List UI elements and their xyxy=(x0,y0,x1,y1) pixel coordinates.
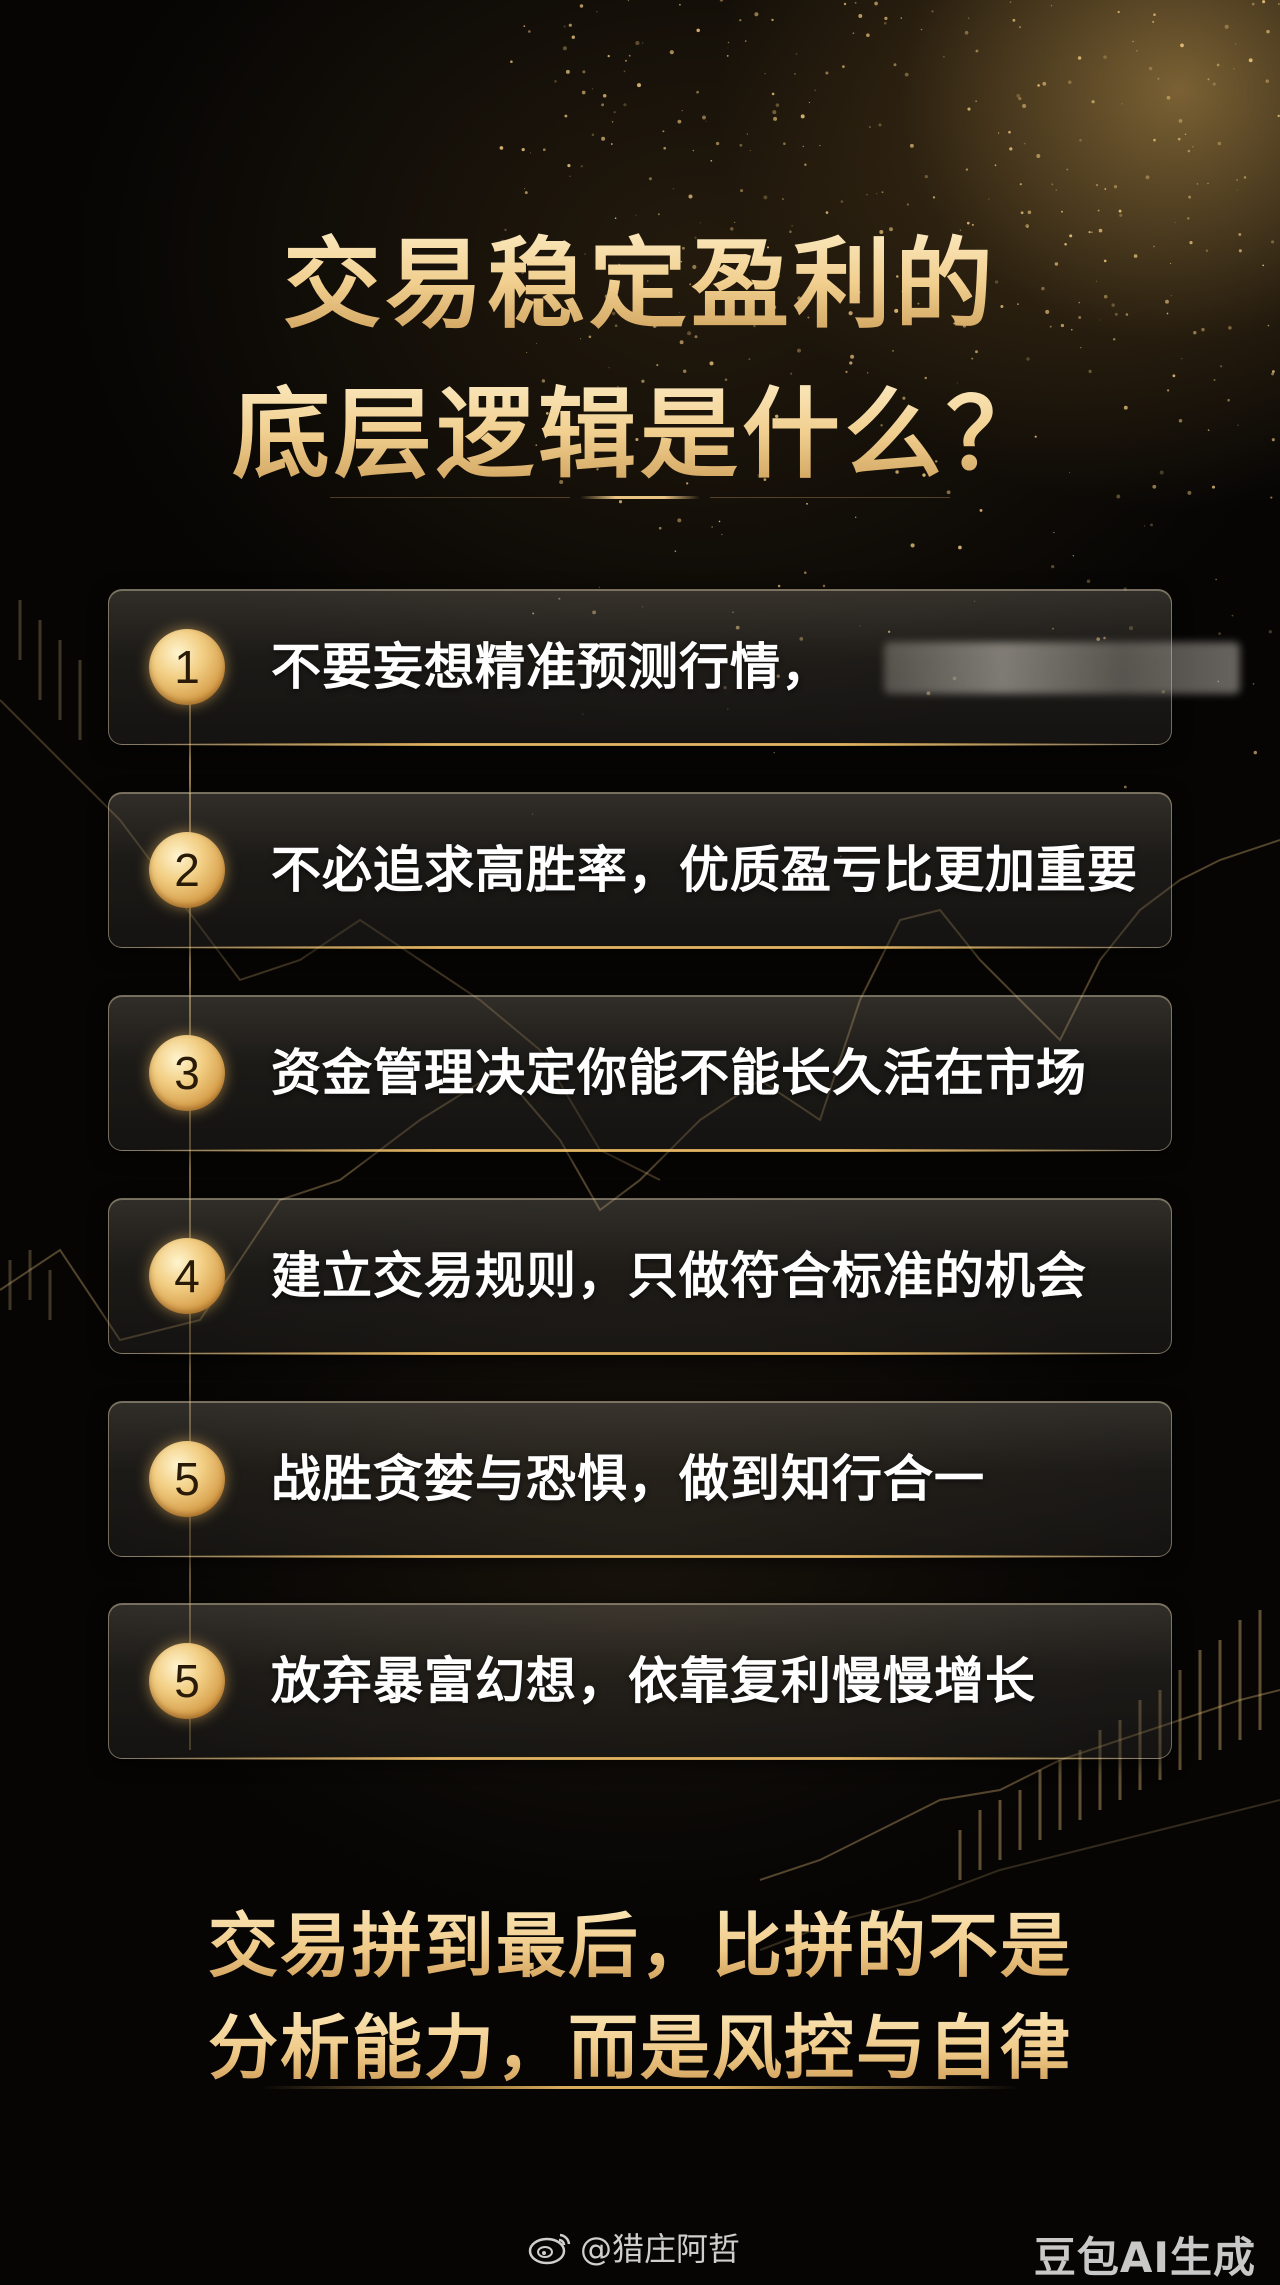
number-badge: 5 xyxy=(149,1643,225,1719)
ai-watermark: 豆包AI生成 xyxy=(1033,2233,1256,2282)
list-item: 3 资金管理决定你能不能长久活在市场 xyxy=(108,995,1172,1152)
author-credit[interactable]: @猎庄阿哲 xyxy=(528,2225,740,2269)
number-badge-label: 4 xyxy=(174,1250,200,1302)
list-item-text: 不必追求高胜率，优质盈亏比更加重要 xyxy=(271,841,1138,899)
number-badge: 4 xyxy=(149,1238,225,1314)
number-badge-label: 1 xyxy=(174,641,200,693)
author-handle: @猎庄阿哲 xyxy=(580,2230,741,2268)
list-item: 5 放弃暴富幻想，依靠复利慢慢增长 xyxy=(108,1603,1172,1760)
conclusion-line-2: 分析能力，而是风控与自律 xyxy=(0,1992,1280,2093)
number-badge-label: 5 xyxy=(174,1655,200,1707)
number-badge: 3 xyxy=(149,1035,225,1111)
number-badge-label: 5 xyxy=(174,1453,200,1505)
redacted-text-blur xyxy=(884,642,1240,694)
number-badge: 2 xyxy=(149,832,225,908)
title-line-2: 底层逻辑是什么？ xyxy=(0,355,1280,497)
list-item-text: 建立交易规则，只做符合标准的机会 xyxy=(271,1247,1087,1305)
list-item: 2 不必追求高胜率，优质盈亏比更加重要 xyxy=(108,792,1172,949)
number-badge-label: 3 xyxy=(174,1047,200,1099)
list-item: 1 不要妄想精准预测行情， xyxy=(108,589,1240,746)
list-item: 4 建立交易规则，只做符合标准的机会 xyxy=(108,1198,1172,1355)
weibo-icon xyxy=(528,2233,571,2265)
title-divider-right xyxy=(710,497,950,498)
title-divider-left xyxy=(330,497,570,498)
list-item-text: 战胜贪婪与恐惧，做到知行合一 xyxy=(271,1450,985,1508)
conclusion-line-1: 交易拼到最后，比拼的不是 xyxy=(0,1890,1280,1991)
list-item-text: 资金管理决定你能不能长久活在市场 xyxy=(271,1044,1087,1102)
title-divider xyxy=(580,496,700,499)
list-item-text: 不要妄想精准预测行情， xyxy=(271,638,832,696)
title-line-1: 交易稳定盈利的 xyxy=(0,205,1280,347)
list-item: 5 战胜贪婪与恐惧，做到知行合一 xyxy=(108,1401,1172,1558)
number-badge: 5 xyxy=(149,1441,225,1517)
list-item-text: 放弃暴富幻想，依靠复利慢慢增长 xyxy=(271,1652,1036,1710)
number-badge: 1 xyxy=(149,629,225,705)
conclusion-underline xyxy=(260,2086,1020,2089)
number-badge-label: 2 xyxy=(174,844,200,896)
